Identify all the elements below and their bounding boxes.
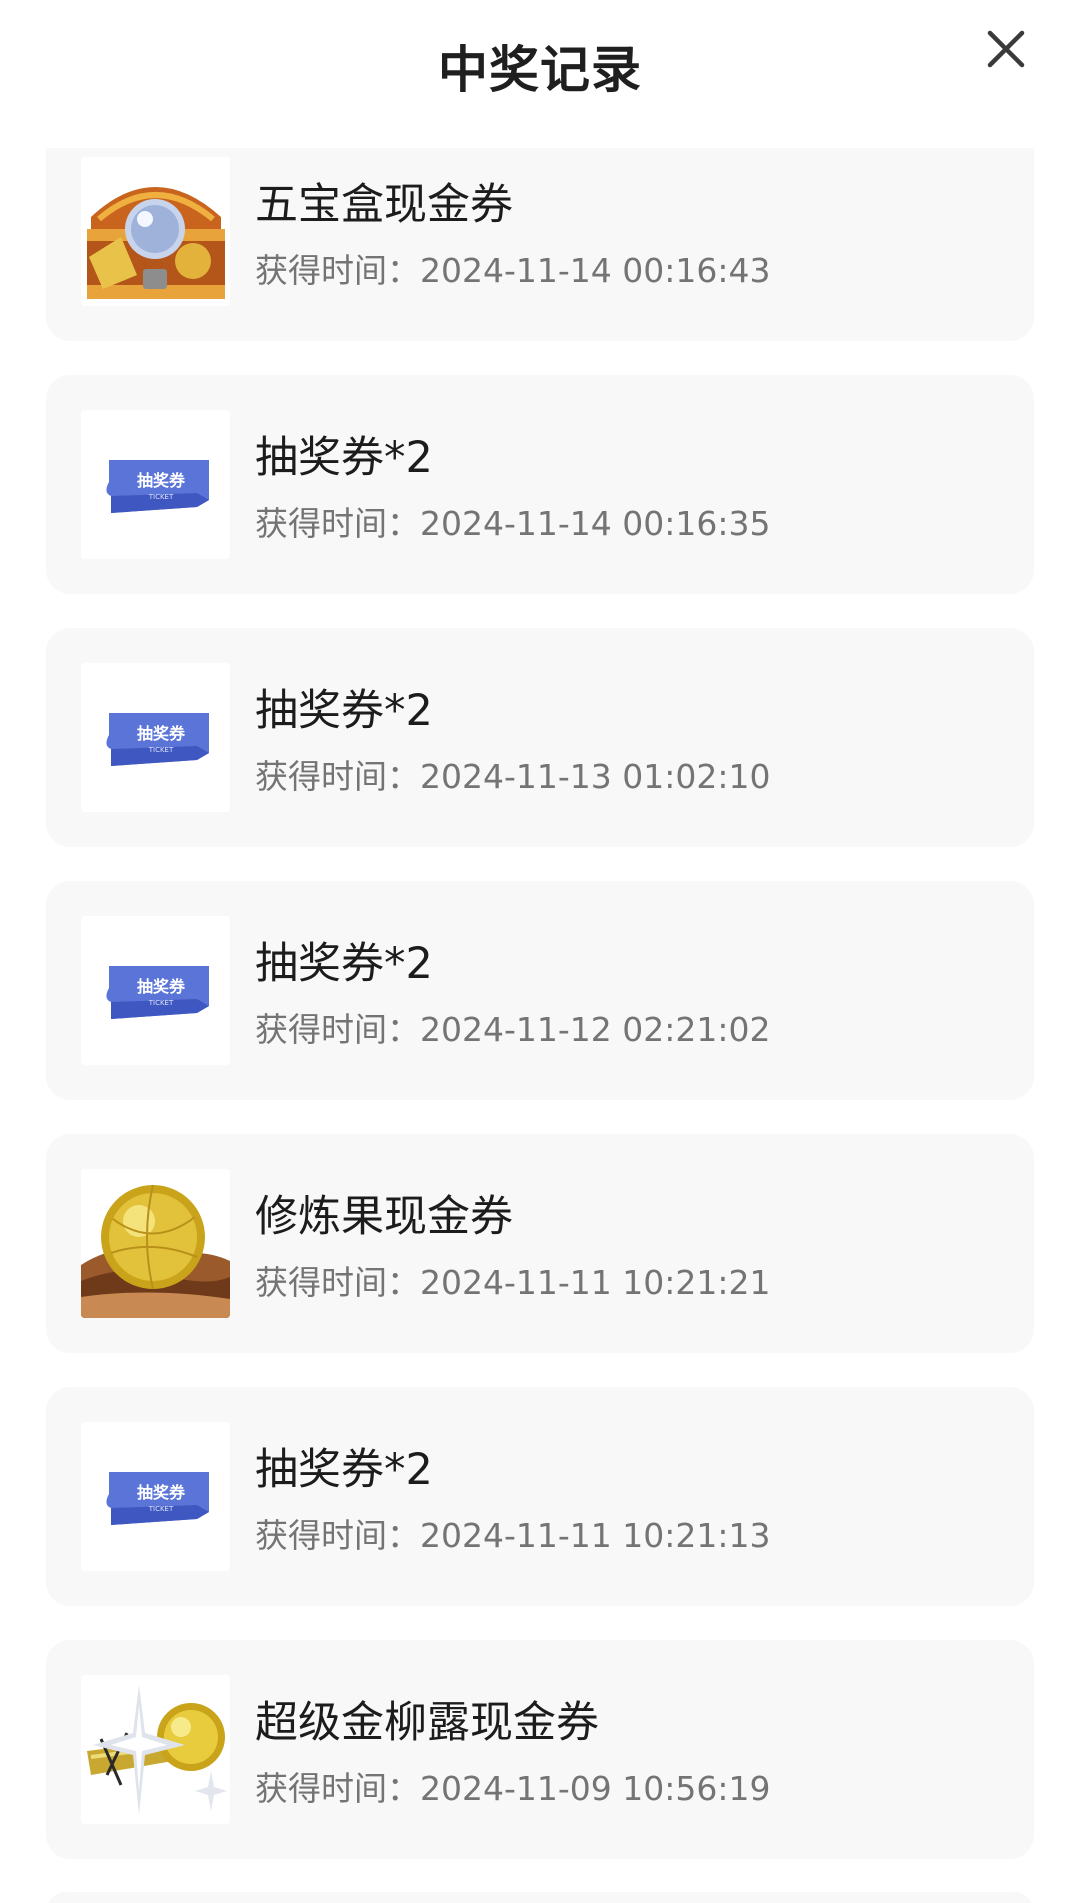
ticket-sub: TICKET <box>148 999 174 1007</box>
record-time: 获得时间：2024-11-13 01:02:10 <box>255 750 770 798</box>
record-time: 获得时间：2024-11-11 10:21:13 <box>255 1509 770 1557</box>
record-card[interactable]: 修炼果现金券 获得时间：2024-11-11 10:21:21 <box>46 1134 1034 1353</box>
record-card[interactable]: 五宝盒现金券 获得时间：2024-11-14 00:16:43 <box>46 148 1034 341</box>
lottery-ticket-icon: 抽奖券 TICKET <box>81 410 230 559</box>
record-time: 获得时间：2024-11-14 00:16:35 <box>255 497 770 545</box>
lottery-ticket-icon: 抽奖券 TICKET <box>81 663 230 812</box>
page-title: 中奖记录 <box>438 41 642 99</box>
ticket-sub: TICKET <box>148 1505 174 1513</box>
record-name: 抽奖券*2 <box>255 686 433 736</box>
time-value: 2024-11-11 10:21:13 <box>420 1516 771 1555</box>
lottery-ticket-icon: 抽奖券 TICKET <box>81 1422 230 1571</box>
record-card-partial[interactable] <box>46 1892 1034 1903</box>
record-name: 抽奖券*2 <box>255 939 433 989</box>
record-name: 修炼果现金券 <box>255 1192 513 1242</box>
time-label: 获得时间： <box>255 1769 420 1808</box>
ticket-label: 抽奖券 <box>137 1483 186 1502</box>
record-name: 抽奖券*2 <box>255 433 433 483</box>
treasure-box-icon <box>81 157 230 306</box>
record-time: 获得时间：2024-11-14 00:16:43 <box>255 244 770 292</box>
time-value: 2024-11-14 00:16:35 <box>420 504 771 543</box>
record-card[interactable]: 抽奖券 TICKET 抽奖券*2 获得时间：2024-11-12 02:21:0… <box>46 881 1034 1100</box>
time-value: 2024-11-13 01:02:10 <box>420 757 771 796</box>
close-icon[interactable] <box>986 29 1026 69</box>
record-time: 获得时间：2024-11-09 10:56:19 <box>255 1762 770 1810</box>
ticket-label: 抽奖券 <box>137 471 186 490</box>
record-name: 超级金柳露现金券 <box>255 1698 599 1748</box>
time-label: 获得时间： <box>255 1010 420 1049</box>
ticket-sub: TICKET <box>148 746 174 754</box>
time-value: 2024-11-12 02:21:02 <box>420 1010 771 1049</box>
record-time: 获得时间：2024-11-11 10:21:21 <box>255 1256 770 1304</box>
golden-fruit-icon <box>81 1169 230 1318</box>
record-time: 获得时间：2024-11-12 02:21:02 <box>255 1003 770 1051</box>
sheet-header: 中奖记录 <box>0 0 1080 148</box>
ticket-sub: TICKET <box>148 493 174 501</box>
prize-record-sheet: 五宝盒现金券 获得时间：2024-11-14 00:16:43 抽奖券 TICK… <box>0 0 1080 1903</box>
golden-elixir-icon <box>81 1675 230 1824</box>
ticket-label: 抽奖券 <box>137 724 186 743</box>
time-value: 2024-11-14 00:16:43 <box>420 251 771 290</box>
time-label: 获得时间： <box>255 1263 420 1302</box>
record-card[interactable]: 抽奖券 TICKET 抽奖券*2 获得时间：2024-11-14 00:16:3… <box>46 375 1034 594</box>
record-card[interactable]: 超级金柳露现金券 获得时间：2024-11-09 10:56:19 <box>46 1640 1034 1859</box>
time-value: 2024-11-09 10:56:19 <box>420 1769 771 1808</box>
time-label: 获得时间： <box>255 757 420 796</box>
record-card[interactable]: 抽奖券 TICKET 抽奖券*2 获得时间：2024-11-13 01:02:1… <box>46 628 1034 847</box>
record-card[interactable]: 抽奖券 TICKET 抽奖券*2 获得时间：2024-11-11 10:21:1… <box>46 1387 1034 1606</box>
close-button[interactable] <box>975 18 1037 80</box>
record-name: 抽奖券*2 <box>255 1445 433 1495</box>
time-label: 获得时间： <box>255 251 420 290</box>
record-name: 五宝盒现金券 <box>255 180 513 230</box>
time-label: 获得时间： <box>255 504 420 543</box>
time-label: 获得时间： <box>255 1516 420 1555</box>
time-value: 2024-11-11 10:21:21 <box>420 1263 771 1302</box>
lottery-ticket-icon: 抽奖券 TICKET <box>81 916 230 1065</box>
ticket-label: 抽奖券 <box>137 977 186 996</box>
